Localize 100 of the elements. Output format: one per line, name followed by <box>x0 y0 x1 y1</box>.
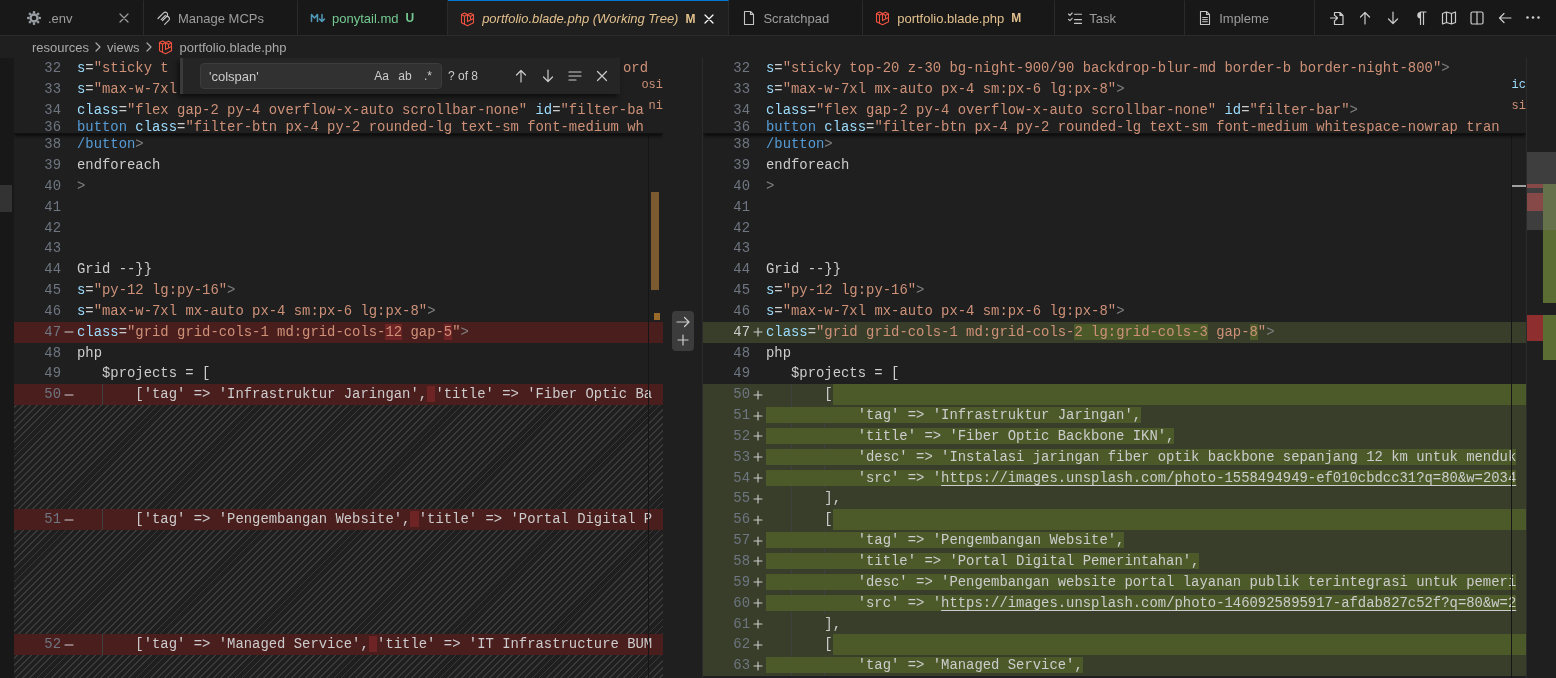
arrow-down-icon <box>1385 9 1401 26</box>
code-line: class="grid grid-cols-1 md:grid-cols-12 gap-5"> <box>77 322 469 342</box>
code-line: /button> <box>766 135 833 155</box>
line-number: 48 <box>733 343 750 363</box>
plus-icon <box>753 598 763 609</box>
code-line: button class="filter-btn px-4 py-2 rounded-lg text-sm font-medium wh <box>77 120 644 134</box>
line-number: 42 <box>733 218 750 238</box>
editor-tab[interactable]: portfolio.blade.php (Working Tree) M <box>448 0 730 35</box>
line-number: 63 <box>733 656 750 676</box>
chevron-right-icon <box>95 42 102 52</box>
line-number: 36 <box>733 120 750 134</box>
line-number: 34 <box>733 100 750 120</box>
code-line: 'desc' => 'Pengembangan website portal layanan publik terintegrasi untuk pemeri <box>766 571 1517 593</box>
code-line: php <box>77 343 102 363</box>
chevron-right-icon <box>145 42 152 52</box>
line-number: 47 <box>44 322 61 342</box>
plus-icon <box>753 473 763 484</box>
code-fragment: ni <box>648 99 663 113</box>
code-line: s="py-12 lg:py-16"> <box>766 281 925 301</box>
line-number: 62 <box>733 635 750 655</box>
close-icon <box>594 68 610 84</box>
code-line: 'tag' => 'Infrastruktur Jaringan', <box>766 405 1142 426</box>
line-number: 40 <box>44 176 61 196</box>
chain-icon <box>156 10 172 26</box>
line-number: 48 <box>44 343 61 363</box>
plus-icon <box>753 389 763 400</box>
code-line: 'tag' => 'Managed Service', <box>766 655 1083 677</box>
line-number: 51 <box>44 510 61 530</box>
plus-icon <box>753 535 763 546</box>
close-icon <box>704 13 715 24</box>
code-line: > <box>77 176 86 196</box>
line-number: 45 <box>44 281 61 301</box>
code-line: 'desc' => 'Instalasi jaringan fiber optik backbone sepanjang 12 km untuk menduk <box>766 446 1517 468</box>
split-editor-icon <box>1469 9 1485 26</box>
insertion-marker <box>1543 315 1556 360</box>
code-fragment: ic <box>1511 78 1526 92</box>
cursor-marker <box>1512 185 1526 187</box>
arrow-up-icon <box>513 68 529 84</box>
code-line: /button> <box>77 135 144 155</box>
change-marker <box>654 313 660 320</box>
code-fragment: ord <box>623 59 648 78</box>
line-number: 33 <box>44 79 61 99</box>
plus-icon <box>753 618 763 629</box>
code-line: class="grid grid-cols-1 md:grid-cols-2 lg:grid-cols-3 gap-8"> <box>766 322 1275 342</box>
scroll-marker <box>0 185 12 212</box>
url-link[interactable]: https://images.unsplash.com/photo-1558494949-ef010cbdcc31?q=80&w=2034 <box>941 469 1517 486</box>
line-number: 42 <box>44 218 61 238</box>
code-line: class="flex gap-2 py-4 overflow-x-auto scrollbar-none" id="filter-ba <box>77 100 644 120</box>
url-link[interactable]: https://images.unsplash.com/photo-1460925895917-afdab827c52f?q=80&w=2 <box>941 594 1517 611</box>
code-line: $projects = [ <box>790 364 900 384</box>
line-number: 58 <box>733 552 750 571</box>
regex-toggle[interactable]: .* <box>418 66 438 86</box>
line-number: 43 <box>733 239 750 259</box>
line-number: 49 <box>44 364 61 384</box>
code-line: $projects = [ <box>101 364 211 384</box>
map-icon <box>1441 9 1457 26</box>
plus-icon <box>753 327 763 338</box>
match-case-toggle[interactable]: Aa <box>371 66 392 86</box>
plus-icon <box>753 514 763 525</box>
line-number: 60 <box>733 593 750 613</box>
line-number: 49 <box>733 364 750 384</box>
deletion-marker <box>1527 193 1543 211</box>
line-number: 53 <box>733 447 750 467</box>
plus-icon <box>753 431 763 442</box>
code-line: s="max-w-7xl mx-auto px-4 sm:px-6 lg:px-8"> <box>766 79 1125 99</box>
line-number: 36 <box>44 120 61 134</box>
code-fragment: osi <box>641 78 663 92</box>
line-number: 41 <box>733 197 750 217</box>
find-input[interactable]: 'colspan' Aa ab .* <box>200 63 442 89</box>
breadcrumb-item[interactable]: views <box>107 39 140 55</box>
line-number: 50 <box>44 385 61 405</box>
breadcrumb-item[interactable]: portfolio.blade.php <box>157 39 287 55</box>
plus-icon <box>753 660 763 671</box>
deletion-marker <box>1527 184 1543 188</box>
code-line: button class="filter-btn px-4 py-2 rounded-lg text-sm font-medium whitespace-nowrap tran <box>766 120 1500 134</box>
code-line: endforeach <box>766 155 850 175</box>
line-number: 51 <box>733 406 750 426</box>
line-number: 52 <box>44 635 61 655</box>
code-line: s="max-w-7xl mx-auto px-4 sm:px-6 lg:px-8"> <box>77 301 436 321</box>
line-number: 33 <box>733 79 750 99</box>
plus-icon <box>753 452 763 463</box>
line-number: 32 <box>733 59 750 78</box>
code-fragment: si <box>1511 99 1526 113</box>
breadcrumb-item[interactable]: resources <box>32 39 90 55</box>
line-number: 39 <box>733 155 750 175</box>
whole-word-toggle[interactable]: ab <box>395 66 415 86</box>
line-number: 45 <box>733 281 750 301</box>
line-number: 34 <box>44 100 61 120</box>
arrow-down-icon <box>540 68 556 84</box>
code-line: class="flex gap-2 py-4 overflow-x-auto scrollbar-none" id="filter-bar"> <box>766 100 1358 120</box>
code-line: > <box>766 176 775 196</box>
arrow-up-icon <box>1357 9 1373 26</box>
line-number: 56 <box>733 510 750 530</box>
line-number: 43 <box>44 239 61 259</box>
line-number: 38 <box>44 135 61 155</box>
match-count: ? of 8 <box>448 69 480 83</box>
line-number: 54 <box>733 468 750 488</box>
line-number: 41 <box>44 197 61 217</box>
plus-icon <box>753 556 763 567</box>
plus-icon <box>753 639 763 650</box>
